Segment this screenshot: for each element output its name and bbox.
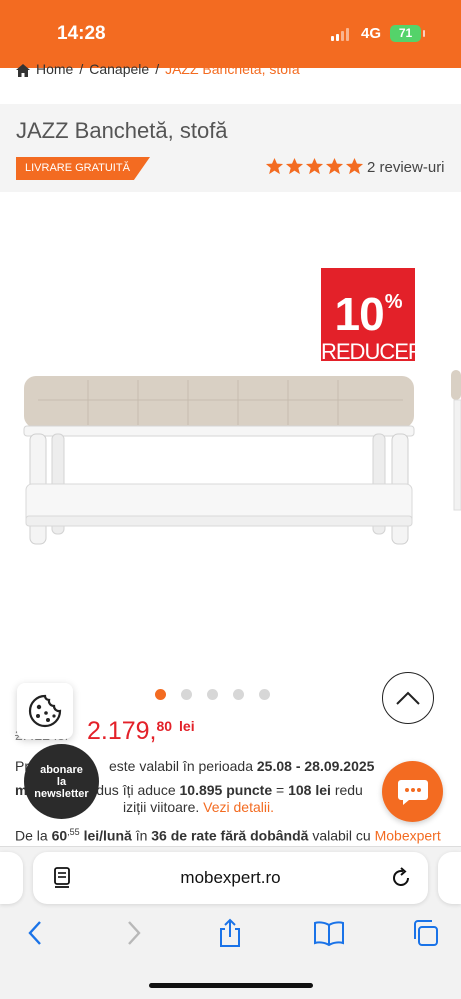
rates-unit: lei/lună [83, 827, 132, 844]
tabs-button[interactable] [410, 918, 440, 948]
home-icon[interactable] [16, 64, 30, 77]
rates-partner-link[interactable]: Mobexpert [375, 828, 441, 844]
battery-level: 71 [398, 26, 413, 40]
cookie-settings-button[interactable] [17, 683, 73, 739]
discount-badge: 10% REDUCERE [321, 268, 437, 364]
bookmarks-button[interactable] [312, 918, 346, 948]
forward-button[interactable] [119, 918, 149, 948]
current-price: 2.179,80 lei [87, 717, 195, 746]
rates-amount-decimals: ,55 [67, 827, 80, 837]
newsletter-button[interactable]: abonare la newsletter [24, 744, 99, 819]
points-value: 108 lei [288, 782, 331, 798]
star-icon [265, 157, 284, 175]
chat-icon [397, 779, 428, 805]
star-icon [285, 157, 304, 175]
price-currency: lei [179, 718, 195, 734]
chevron-up-icon [396, 691, 420, 705]
rates-count: 36 de rate fără dobândă [151, 827, 309, 844]
breadcrumb-current: JAZZ Banchetă, stofă [165, 61, 300, 77]
price-decimals: 80 [156, 718, 173, 734]
next-tab[interactable] [438, 852, 461, 904]
chevron-right-icon [128, 921, 141, 945]
points-line2-text: iziții viitoare. [123, 799, 200, 815]
newsletter-line1: abonare [40, 763, 83, 776]
chat-button[interactable] [382, 761, 443, 822]
installments-info: De la 60,55 lei/lună în 36 de rate fără … [15, 827, 441, 844]
previous-tab[interactable] [0, 852, 23, 904]
status-bar: 14:28 4G 71 [0, 0, 461, 68]
details-link[interactable]: Vezi detalii. [203, 799, 274, 815]
share-icon [220, 918, 240, 947]
newsletter-line2: la [56, 775, 67, 788]
rates-mid: în [135, 827, 148, 844]
breadcrumb-category[interactable]: Canapele [89, 61, 149, 77]
scroll-to-top-button[interactable] [382, 672, 434, 724]
battery-icon: 71 [390, 25, 425, 42]
rates-suffix: valabil cu [312, 827, 371, 844]
status-time: 14:28 [57, 23, 106, 44]
pagination-dot[interactable] [181, 689, 192, 700]
pagination-dot[interactable] [259, 689, 270, 700]
product-title: JAZZ Banchetă, stofă [16, 118, 228, 143]
cookie-icon [28, 694, 62, 728]
product-image[interactable] [18, 370, 461, 550]
home-indicator [149, 983, 313, 988]
discount-label: REDUCERE [321, 339, 437, 364]
back-button[interactable] [20, 918, 50, 948]
network-type: 4G [361, 25, 382, 42]
pagination-dot[interactable] [233, 689, 244, 700]
newsletter-line3: newsletter [34, 787, 89, 800]
breadcrumb: Home / Canapele / JAZZ Banchetă, stofă [16, 61, 300, 77]
discount-percent: 10 [334, 288, 385, 340]
free-shipping-badge: LIVRARE GRATUITĂ [16, 157, 150, 180]
promo-dates: 25.08 - 28.09.2025 [256, 758, 375, 774]
points-amount: 10.895 puncte [179, 782, 273, 798]
points-equals: = [276, 782, 285, 798]
rates-amount: 60 [51, 827, 68, 844]
address-bar[interactable]: mobexpert.ro [33, 852, 428, 904]
chevron-left-icon [28, 921, 41, 945]
breadcrumb-home[interactable]: Home [36, 61, 73, 77]
share-button[interactable] [215, 918, 245, 948]
book-icon [314, 921, 344, 946]
reviews-link[interactable]: 2 review-uri [367, 159, 445, 176]
price-main: 2.179, [87, 717, 157, 745]
star-icon [345, 157, 364, 175]
breadcrumb-separator: / [79, 61, 84, 77]
url-text: mobexpert.ro [180, 868, 281, 887]
gallery-pagination [155, 689, 270, 700]
points-suffix: redu [334, 782, 363, 798]
promo-mid: este valabil în perioada [109, 758, 253, 774]
pagination-dot[interactable] [207, 689, 218, 700]
rates-prefix: De la [15, 827, 48, 844]
reload-icon[interactable] [390, 867, 412, 889]
breadcrumb-separator: / [155, 61, 160, 77]
star-icon [325, 157, 344, 175]
discount-percent-sign: % [384, 291, 403, 313]
pagination-dot[interactable] [155, 689, 166, 700]
rating-stars[interactable] [265, 157, 364, 176]
cellular-signal-icon [331, 28, 349, 41]
tabs-icon [414, 920, 438, 946]
star-icon [305, 157, 324, 175]
